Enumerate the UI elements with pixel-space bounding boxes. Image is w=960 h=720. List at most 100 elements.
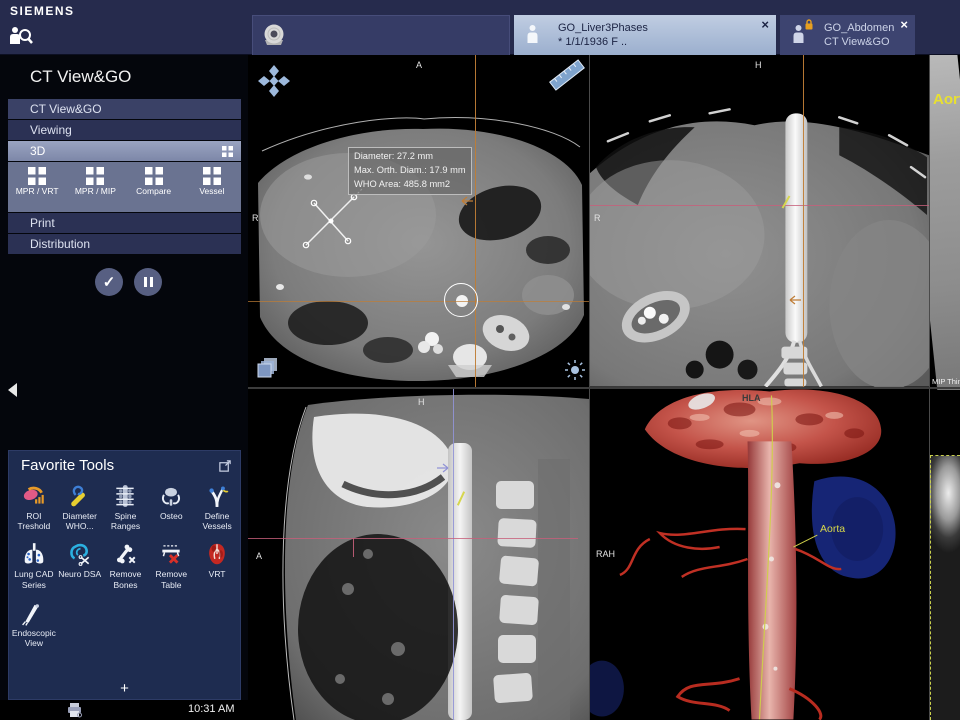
3d-layouts-panel: MPR / VRT MPR / MIP Compare Vessel bbox=[8, 162, 241, 212]
crosshair-tick-arrow bbox=[460, 196, 474, 206]
status-bar: 10:31 AM bbox=[0, 700, 248, 720]
tab-go-liver3phases[interactable]: GO_Liver3Phases * 1/1/1936 F .. × bbox=[514, 15, 776, 55]
siemens-logo: SIEMENS bbox=[10, 4, 75, 18]
aorta-circle-annotation[interactable] bbox=[444, 283, 478, 317]
orientation-label-left: RAH bbox=[596, 549, 615, 559]
check-icon: ✓ bbox=[103, 273, 116, 291]
layout-label: Compare bbox=[136, 187, 171, 196]
confirm-button[interactable]: ✓ bbox=[95, 268, 123, 296]
selected-segment-panel bbox=[930, 455, 960, 720]
viewport-divider bbox=[248, 387, 960, 389]
tool-remove-table[interactable]: Remove Table bbox=[148, 541, 194, 589]
viewport-coronal[interactable]: H R bbox=[590, 55, 929, 387]
neuro-dsa-icon bbox=[67, 541, 93, 567]
lock-icon bbox=[804, 19, 814, 30]
patient-search-icon[interactable] bbox=[8, 24, 34, 50]
printer-icon[interactable] bbox=[66, 702, 84, 718]
clock-time: 10:31 AM bbox=[188, 703, 234, 715]
tool-label: ROI Treshold bbox=[11, 511, 57, 531]
sagittal-ct-image bbox=[248, 389, 589, 720]
ct-viewgo-application: { "brand": {"logo": "SIEMENS"}, "top_bar… bbox=[0, 0, 960, 720]
menu-item-3d-label: 3D bbox=[30, 144, 45, 158]
tool-spine-ranges[interactable]: Spine Ranges bbox=[103, 483, 149, 531]
patient-icon bbox=[526, 24, 539, 44]
orientation-label-top: H bbox=[755, 60, 762, 70]
tab-go-abdomen[interactable]: GO_Abdomen CT View&GO × bbox=[780, 15, 915, 55]
tool-label: VRT bbox=[209, 569, 226, 579]
diameter-who-icon bbox=[67, 483, 93, 509]
measurement-orth-diameter: Max. Orth. Diam.: 17.9 mm bbox=[354, 164, 466, 178]
tool-remove-bones[interactable]: Remove Bones bbox=[103, 541, 149, 589]
mip-thin-label: MIP Thin bbox=[932, 377, 960, 386]
tool-roi-treshold[interactable]: ROI Treshold bbox=[11, 483, 57, 531]
measurement-who-area: WHO Area: 485.8 mm2 bbox=[354, 178, 466, 192]
menu-header-ct-viewgo[interactable]: CT View&GO bbox=[8, 99, 241, 119]
grid-layout-icon bbox=[28, 167, 46, 185]
tool-label: Remove Bones bbox=[103, 569, 149, 589]
menu-item-print[interactable]: Print bbox=[8, 213, 241, 233]
crosshair-vertical[interactable] bbox=[803, 55, 804, 387]
grid-layout-icon bbox=[145, 167, 163, 185]
crosshair-horizontal[interactable] bbox=[590, 205, 929, 206]
layout-compare-button[interactable]: Compare bbox=[128, 167, 180, 212]
roi-treshold-icon bbox=[21, 483, 47, 509]
close-icon[interactable]: × bbox=[900, 17, 908, 32]
orientation-label-left: R bbox=[252, 213, 259, 223]
tool-vrt[interactable]: VRT bbox=[194, 541, 240, 589]
ruler-icon[interactable] bbox=[546, 57, 588, 93]
coronal-ct-image bbox=[590, 55, 929, 387]
viewport-sagittal[interactable]: H A bbox=[248, 389, 589, 720]
aorta-annotation-label: Aorta bbox=[820, 523, 845, 535]
tool-endoscopic-view[interactable]: Endoscopic View bbox=[11, 600, 57, 648]
osteo-icon bbox=[158, 483, 184, 509]
tool-diameter-who[interactable]: Diameter WHO... bbox=[57, 483, 103, 531]
tab-subtitle: * 1/1/1936 F .. bbox=[558, 35, 758, 49]
mip-slab-image: Aorta MIP Thin bbox=[930, 55, 960, 390]
sidebar: CT View&GO CT View&GO Viewing 3D MPR / V… bbox=[0, 55, 248, 700]
favorite-tools-panel: Favorite Tools ROI Treshold Diameter WHO… bbox=[8, 450, 241, 700]
menu-item-3d[interactable]: 3D bbox=[8, 141, 241, 161]
pause-button[interactable] bbox=[134, 268, 162, 296]
endoscopic-view-icon bbox=[21, 600, 47, 626]
remove-bones-icon bbox=[112, 541, 138, 567]
crosshair-vertical[interactable] bbox=[453, 389, 454, 720]
crosshair-tick-arrow bbox=[436, 463, 450, 473]
tool-lung-cad[interactable]: Lung CAD Series bbox=[11, 541, 57, 589]
pan-icon[interactable] bbox=[256, 63, 292, 99]
crosshair-vertical[interactable] bbox=[475, 55, 476, 387]
layout-mpr-vrt-button[interactable]: MPR / VRT bbox=[11, 167, 63, 212]
vrt-3d-rendering bbox=[590, 389, 929, 720]
layout-label: MPR / VRT bbox=[16, 187, 59, 196]
orientation-label-top: HLA bbox=[742, 393, 761, 403]
open-external-icon[interactable] bbox=[218, 459, 232, 473]
layout-mpr-mip-button[interactable]: MPR / MIP bbox=[69, 167, 121, 212]
add-tool-button[interactable]: + bbox=[9, 680, 240, 697]
sidebar-collapse-arrow-icon[interactable] bbox=[1, 383, 17, 397]
menu-item-viewing[interactable]: Viewing bbox=[8, 120, 241, 140]
tool-label: Define Vessels bbox=[194, 511, 240, 531]
tool-define-vessels[interactable]: Define Vessels bbox=[194, 483, 240, 531]
tool-label: Endoscopic View bbox=[11, 628, 57, 648]
tool-osteo[interactable]: Osteo bbox=[148, 483, 194, 531]
tab-title: GO_Abdomen bbox=[824, 21, 899, 35]
viewport-axial[interactable]: Diameter: 27.2 mm Max. Orth. Diam.: 17.9… bbox=[248, 55, 589, 387]
layout-vessel-button[interactable]: Vessel bbox=[186, 167, 238, 212]
viewport-vrt-3d[interactable]: Aorta HLA RAH bbox=[590, 389, 929, 720]
crosshair-horizontal[interactable] bbox=[248, 301, 589, 302]
main-menu: CT View&GO Viewing 3D MPR / VRT MPR / MI… bbox=[8, 99, 241, 255]
layout-label: MPR / MIP bbox=[75, 187, 116, 196]
tool-neuro-dsa[interactable]: Neuro DSA bbox=[57, 541, 103, 589]
crosshair-horizontal[interactable] bbox=[248, 538, 578, 539]
stack-icon[interactable] bbox=[256, 355, 282, 381]
orientation-label-left: R bbox=[594, 213, 601, 223]
side-panel-aorta-label: Aorta bbox=[933, 91, 960, 108]
remove-table-icon bbox=[158, 541, 184, 567]
layout-label: Vessel bbox=[199, 187, 224, 196]
brightness-icon[interactable] bbox=[564, 359, 586, 381]
spine-ranges-icon bbox=[112, 483, 138, 509]
empty-tab-strip[interactable] bbox=[252, 15, 510, 55]
pause-icon bbox=[144, 277, 147, 287]
menu-item-distribution[interactable]: Distribution bbox=[8, 234, 241, 254]
tool-label: Spine Ranges bbox=[103, 511, 149, 531]
close-icon[interactable]: × bbox=[761, 17, 769, 32]
